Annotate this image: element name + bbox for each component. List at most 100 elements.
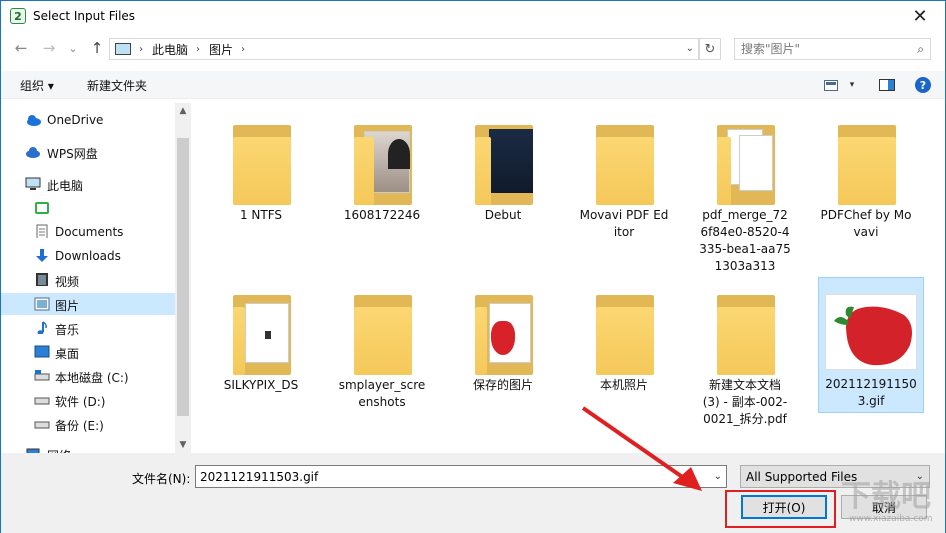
sidebar-item-drive-d[interactable]: 软件 (D:)	[1, 389, 175, 411]
image-file-item[interactable]: 2021121911503.gif	[818, 277, 924, 413]
folder-item[interactable]: pdf_merge_726f84e0-8520-4335-bea1-aa7513…	[695, 107, 795, 273]
chevron-down-icon[interactable]: ⌄	[686, 43, 694, 54]
video-icon	[36, 273, 48, 286]
sidebar-item-downloads[interactable]: Downloads	[1, 245, 175, 267]
folder-icon	[596, 295, 654, 375]
sidebar-item-label: 软件 (D:)	[55, 395, 106, 409]
new-folder-button[interactable]: 新建文件夹	[87, 77, 147, 94]
folder-item[interactable]: 本机照片	[574, 277, 674, 437]
file-name: 新建文本文档 (3) - 副本-002-0021_拆分.pdf	[702, 378, 788, 426]
wps-cloud-icon	[26, 147, 40, 158]
download-icon	[36, 249, 48, 262]
navigation-pane: OneDrive WPS网盘 此电脑 Documents Downloads 视…	[1, 103, 191, 453]
view-options-icon[interactable]	[824, 75, 838, 95]
folder-icon	[354, 295, 412, 375]
sidebar-item-label: 桌面	[55, 347, 80, 361]
close-button[interactable]: ✕	[905, 5, 935, 27]
folder-icon	[717, 125, 775, 205]
file-name: SILKYPIX_DS	[223, 378, 299, 392]
dialog-window: 2 Select Input Files ✕ ← → ⌄ ↑ › 此电脑 › 图…	[0, 0, 946, 533]
sidebar-item-label: 图片	[55, 299, 80, 313]
watermark-url: www.xiazaiba.com	[849, 514, 933, 524]
scroll-up-arrow[interactable]: ▲	[175, 103, 191, 119]
file-name: Debut	[484, 208, 522, 222]
folder-icon	[475, 295, 533, 375]
command-bar: 组织 ▾ 新建文件夹 ▾ ?	[1, 71, 945, 99]
folder-item[interactable]: SILKYPIX_DS	[211, 277, 311, 437]
sidebar-scrollbar[interactable]: ▲ ▼	[175, 103, 191, 453]
organize-menu[interactable]: 组织 ▾	[20, 77, 54, 94]
folder-icon	[717, 295, 775, 375]
sidebar-item-label: Downloads	[55, 249, 121, 263]
folder-icon	[475, 125, 533, 205]
navigation-bar: ← → ⌄ ↑ › 此电脑 › 图片 › ⌄ ↻ ⌕	[1, 35, 945, 63]
filename-value[interactable]: 2021121911503.gif	[200, 470, 318, 484]
search-input[interactable]	[735, 42, 905, 56]
drive-icon	[34, 421, 50, 429]
folder-item[interactable]: Movavi PDF Editor	[574, 107, 674, 267]
recent-locations-button[interactable]: ⌄	[63, 37, 83, 59]
sidebar-item-pictures[interactable]: 图片	[1, 293, 175, 315]
breadcrumb-pictures[interactable]: 图片	[209, 41, 233, 58]
folder-item[interactable]: 1 NTFS	[211, 107, 311, 267]
desktop-icon	[34, 345, 50, 358]
sidebar-item-desktop[interactable]: 桌面	[1, 341, 175, 363]
sidebar-item-documents[interactable]: Documents	[1, 221, 175, 243]
address-bar[interactable]: › 此电脑 › 图片 › ⌄	[109, 38, 699, 60]
sidebar-item-label: 备份 (E:)	[55, 419, 104, 433]
folder-item[interactable]: 保存的图片	[453, 277, 553, 437]
chevron-right-icon: ›	[139, 43, 143, 55]
sidebar-item-network[interactable]: 网络	[1, 443, 175, 453]
refresh-button[interactable]: ↻	[699, 38, 721, 60]
file-name: 1608172246	[343, 208, 421, 222]
chevron-right-icon[interactable]: ›	[241, 44, 245, 55]
sidebar-item-onedrive[interactable]: OneDrive	[1, 109, 175, 131]
sidebar-item-music[interactable]: 音乐	[1, 317, 175, 339]
filename-label: 文件名(N):	[132, 472, 191, 486]
forward-button[interactable]: →	[39, 37, 59, 59]
computer-icon	[115, 43, 131, 55]
folder-item[interactable]: PDFChef by Movavi	[816, 107, 916, 267]
file-list: 1 NTFS 1608172246 Debut Movavi PDF Edito…	[195, 103, 945, 453]
folder-item[interactable]: 1608172246	[332, 107, 432, 267]
folder-item[interactable]: Debut	[453, 107, 553, 267]
sidebar-item-this-pc[interactable]: 此电脑	[1, 173, 175, 195]
file-name: 本机照片	[599, 378, 648, 392]
app-icon: 2	[10, 8, 26, 24]
chevron-right-icon: ›	[196, 43, 201, 55]
annotation-highlight-box	[725, 490, 836, 528]
folder-icon	[233, 295, 291, 375]
search-box[interactable]: ⌕	[734, 38, 931, 60]
up-button[interactable]: ↑	[87, 37, 107, 59]
scrollbar-thumb[interactable]	[177, 138, 189, 416]
file-name: pdf_merge_726f84e0-8520-4335-bea1-aa7513…	[699, 208, 791, 273]
folder-item[interactable]: smplayer_screenshots	[332, 277, 432, 437]
folder-item[interactable]: 新建文本文档 (3) - 副本-002-0021_拆分.pdf	[695, 277, 795, 437]
sidebar-item-label: Documents	[55, 225, 124, 239]
title-bar: 2 Select Input Files ✕	[1, 1, 945, 32]
preview-pane-icon[interactable]	[878, 75, 896, 95]
sidebar-item-drive-e[interactable]: 备份 (E:)	[1, 413, 175, 435]
sidebar-item-videos[interactable]: 视频	[1, 269, 175, 291]
chevron-down-icon[interactable]: ⌄	[714, 471, 722, 482]
drive-icon	[34, 397, 50, 405]
image-thumbnail	[825, 294, 917, 370]
sidebar-item-wps-cloud[interactable]: WPS网盘	[1, 141, 175, 163]
help-button[interactable]: ?	[914, 75, 932, 95]
sidebar-item-label: WPS网盘	[47, 147, 98, 161]
music-icon	[37, 321, 47, 334]
filename-input[interactable]: 2021121911503.gif ⌄	[195, 465, 727, 488]
sidebar-item-drive-c[interactable]: 本地磁盘 (C:)	[1, 365, 175, 387]
back-button[interactable]: ←	[11, 37, 31, 59]
sidebar-item-app[interactable]	[1, 197, 175, 219]
strawberry-image	[834, 306, 912, 366]
window-title: Select Input Files	[33, 9, 136, 23]
scroll-down-arrow[interactable]: ▼	[175, 437, 191, 453]
view-dropdown-icon[interactable]: ▾	[846, 75, 858, 95]
file-name: smplayer_screenshots	[338, 378, 426, 409]
folder-icon	[233, 125, 291, 205]
sidebar-item-label: 本地磁盘 (C:)	[55, 371, 129, 385]
help-icon[interactable]: ?	[915, 77, 931, 93]
search-icon[interactable]: ⌕	[917, 42, 924, 57]
breadcrumb-this-pc[interactable]: 此电脑	[152, 41, 188, 58]
